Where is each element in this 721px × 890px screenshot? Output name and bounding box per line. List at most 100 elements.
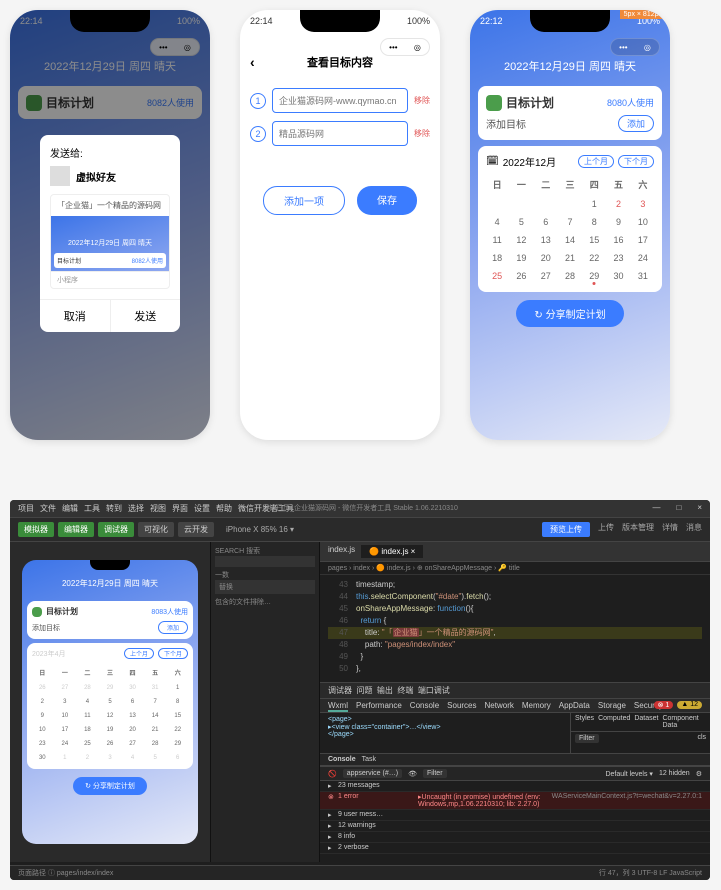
- calendar-day[interactable]: 1: [167, 682, 188, 694]
- calendar-day[interactable]: 9: [32, 710, 53, 722]
- console-row[interactable]: ▸23 messages: [320, 781, 710, 792]
- calendar-day[interactable]: 26: [32, 682, 53, 694]
- calendar-day[interactable]: 17: [55, 724, 76, 736]
- calendar-day[interactable]: 5: [100, 696, 121, 708]
- editor-button[interactable]: 编辑器: [58, 522, 94, 537]
- code-editor[interactable]: 43 timestamp; 44this.selectComponent("#d…: [320, 575, 710, 682]
- console-row[interactable]: ▸12 warnings: [320, 821, 710, 832]
- calendar-day[interactable]: 10: [32, 724, 53, 736]
- devtools-tab[interactable]: Network: [485, 701, 514, 710]
- calendar-day[interactable]: 28: [145, 738, 166, 750]
- hidden-count[interactable]: 12 hidden: [659, 770, 690, 777]
- calendar-day[interactable]: 27: [535, 268, 557, 284]
- calendar-day[interactable]: 20: [535, 250, 557, 266]
- calendar-day[interactable]: 25: [77, 738, 98, 750]
- exclude-input[interactable]: 包含的文件排除…: [215, 597, 315, 607]
- add-item-button[interactable]: 添加一项: [263, 186, 345, 215]
- devtools-tab[interactable]: Storage: [598, 701, 626, 710]
- send-button[interactable]: 发送: [111, 300, 181, 332]
- menu-item[interactable]: 选择: [128, 504, 144, 513]
- console-row[interactable]: ▸8 info: [320, 832, 710, 843]
- devtools-tab[interactable]: Console: [410, 701, 439, 710]
- calendar-day[interactable]: 19: [510, 250, 532, 266]
- prev-month-button[interactable]: 上个月: [578, 155, 614, 168]
- breadcrumb[interactable]: pages › index › 🟠 index.js › ⊕ onShareAp…: [320, 562, 710, 575]
- console-tab[interactable]: Console: [328, 756, 356, 763]
- error-badge[interactable]: ⊗ 1: [654, 701, 674, 709]
- calendar-day[interactable]: 13: [122, 710, 143, 722]
- calendar-day[interactable]: 2: [32, 696, 53, 708]
- calendar-day[interactable]: 30: [607, 268, 629, 284]
- devtools-tab[interactable]: Wxml: [328, 701, 348, 712]
- calendar-day[interactable]: 15: [167, 710, 188, 722]
- calendar-day[interactable]: 23: [607, 250, 629, 266]
- simulator-button[interactable]: 模拟器: [18, 522, 54, 537]
- calendar-day[interactable]: 24: [55, 738, 76, 750]
- calendar-day[interactable]: 26: [510, 268, 532, 284]
- calendar-day[interactable]: 24: [632, 250, 654, 266]
- console-row[interactable]: ▸2 verbose: [320, 843, 710, 854]
- calendar-day[interactable]: 4: [486, 214, 508, 230]
- calendar-day[interactable]: 23: [32, 738, 53, 750]
- remove-button[interactable]: 移除: [414, 128, 430, 139]
- console-row[interactable]: ▸9 user mess…: [320, 810, 710, 821]
- calendar-day[interactable]: 16: [607, 232, 629, 248]
- share-plan-button[interactable]: ↻ 分享制定计划: [516, 300, 623, 327]
- calendar-day[interactable]: 2: [77, 752, 98, 764]
- calendar-day[interactable]: 5: [510, 214, 532, 230]
- style-tab[interactable]: Computed: [598, 715, 630, 729]
- calendar-day[interactable]: 1: [55, 752, 76, 764]
- goal-input[interactable]: 企业猫源码网-www.qymao.cn: [272, 88, 408, 113]
- menu-item[interactable]: 视图: [150, 504, 166, 513]
- calendar-day[interactable]: 31: [632, 268, 654, 284]
- devtools-tab[interactable]: Memory: [522, 701, 551, 710]
- calendar-day[interactable]: 14: [559, 232, 581, 248]
- friend-row[interactable]: 虚拟好友: [50, 166, 170, 186]
- menu-item[interactable]: 转到: [106, 504, 122, 513]
- menu-item[interactable]: 项目: [18, 504, 34, 513]
- calendar-day[interactable]: 28: [77, 682, 98, 694]
- calendar-day[interactable]: 6: [167, 752, 188, 764]
- calendar-day[interactable]: 10: [632, 214, 654, 230]
- cloud-button[interactable]: 云开发: [178, 522, 214, 537]
- publish-button[interactable]: 预览上传: [542, 522, 590, 537]
- goal-input[interactable]: 精品源码网: [272, 121, 408, 146]
- context-dropdown[interactable]: appservice (#…): [343, 769, 402, 778]
- calendar-day[interactable]: 21: [559, 250, 581, 266]
- simulator-phone[interactable]: 2022年12月29日 周四 晴天 目标计划 8083人使用 添加目标 添加 2…: [22, 560, 198, 844]
- calendar-day[interactable]: 6: [122, 696, 143, 708]
- calendar-day[interactable]: 3: [55, 696, 76, 708]
- calendar-day[interactable]: 28: [559, 268, 581, 284]
- menu-item[interactable]: 界面: [172, 504, 188, 513]
- calendar-day[interactable]: 25: [486, 268, 508, 284]
- style-tab[interactable]: Styles: [575, 715, 594, 729]
- output-tab[interactable]: 输出: [377, 686, 393, 695]
- calendar-day[interactable]: 30: [122, 682, 143, 694]
- calendar-day[interactable]: 11: [77, 710, 98, 722]
- calendar-day[interactable]: 5: [145, 752, 166, 764]
- one-result[interactable]: 一数: [215, 570, 315, 580]
- calendar-day[interactable]: 26: [100, 738, 121, 750]
- style-tab[interactable]: Dataset: [634, 715, 658, 729]
- capsule-menu[interactable]: •••◎: [610, 38, 660, 56]
- replace-input[interactable]: 替换: [215, 580, 315, 594]
- calendar-day[interactable]: 12: [510, 232, 532, 248]
- file-tab-active[interactable]: 🟠 index.js ×: [361, 545, 423, 558]
- details-button[interactable]: 详情: [662, 522, 678, 537]
- calendar-day[interactable]: 7: [145, 696, 166, 708]
- terminal-tab[interactable]: 终端: [397, 686, 413, 695]
- add-button[interactable]: 添加: [618, 115, 654, 132]
- calendar-day[interactable]: 29: [167, 738, 188, 750]
- calendar-day[interactable]: 30: [32, 752, 53, 764]
- calendar-day[interactable]: 22: [167, 724, 188, 736]
- calendar-day[interactable]: 29: [100, 682, 121, 694]
- calendar-day[interactable]: 22: [583, 250, 605, 266]
- calendar-day[interactable]: 2: [607, 196, 629, 212]
- calendar-day[interactable]: 4: [77, 696, 98, 708]
- calendar-day[interactable]: 9: [607, 214, 629, 230]
- back-icon[interactable]: ‹: [250, 54, 255, 70]
- devtools-tab[interactable]: Sources: [447, 701, 476, 710]
- console-row[interactable]: ⊗1 error▸Uncaught (in promise) undefined…: [320, 792, 710, 810]
- debugger-button[interactable]: 调试器: [98, 522, 134, 537]
- calendar-day[interactable]: 27: [122, 738, 143, 750]
